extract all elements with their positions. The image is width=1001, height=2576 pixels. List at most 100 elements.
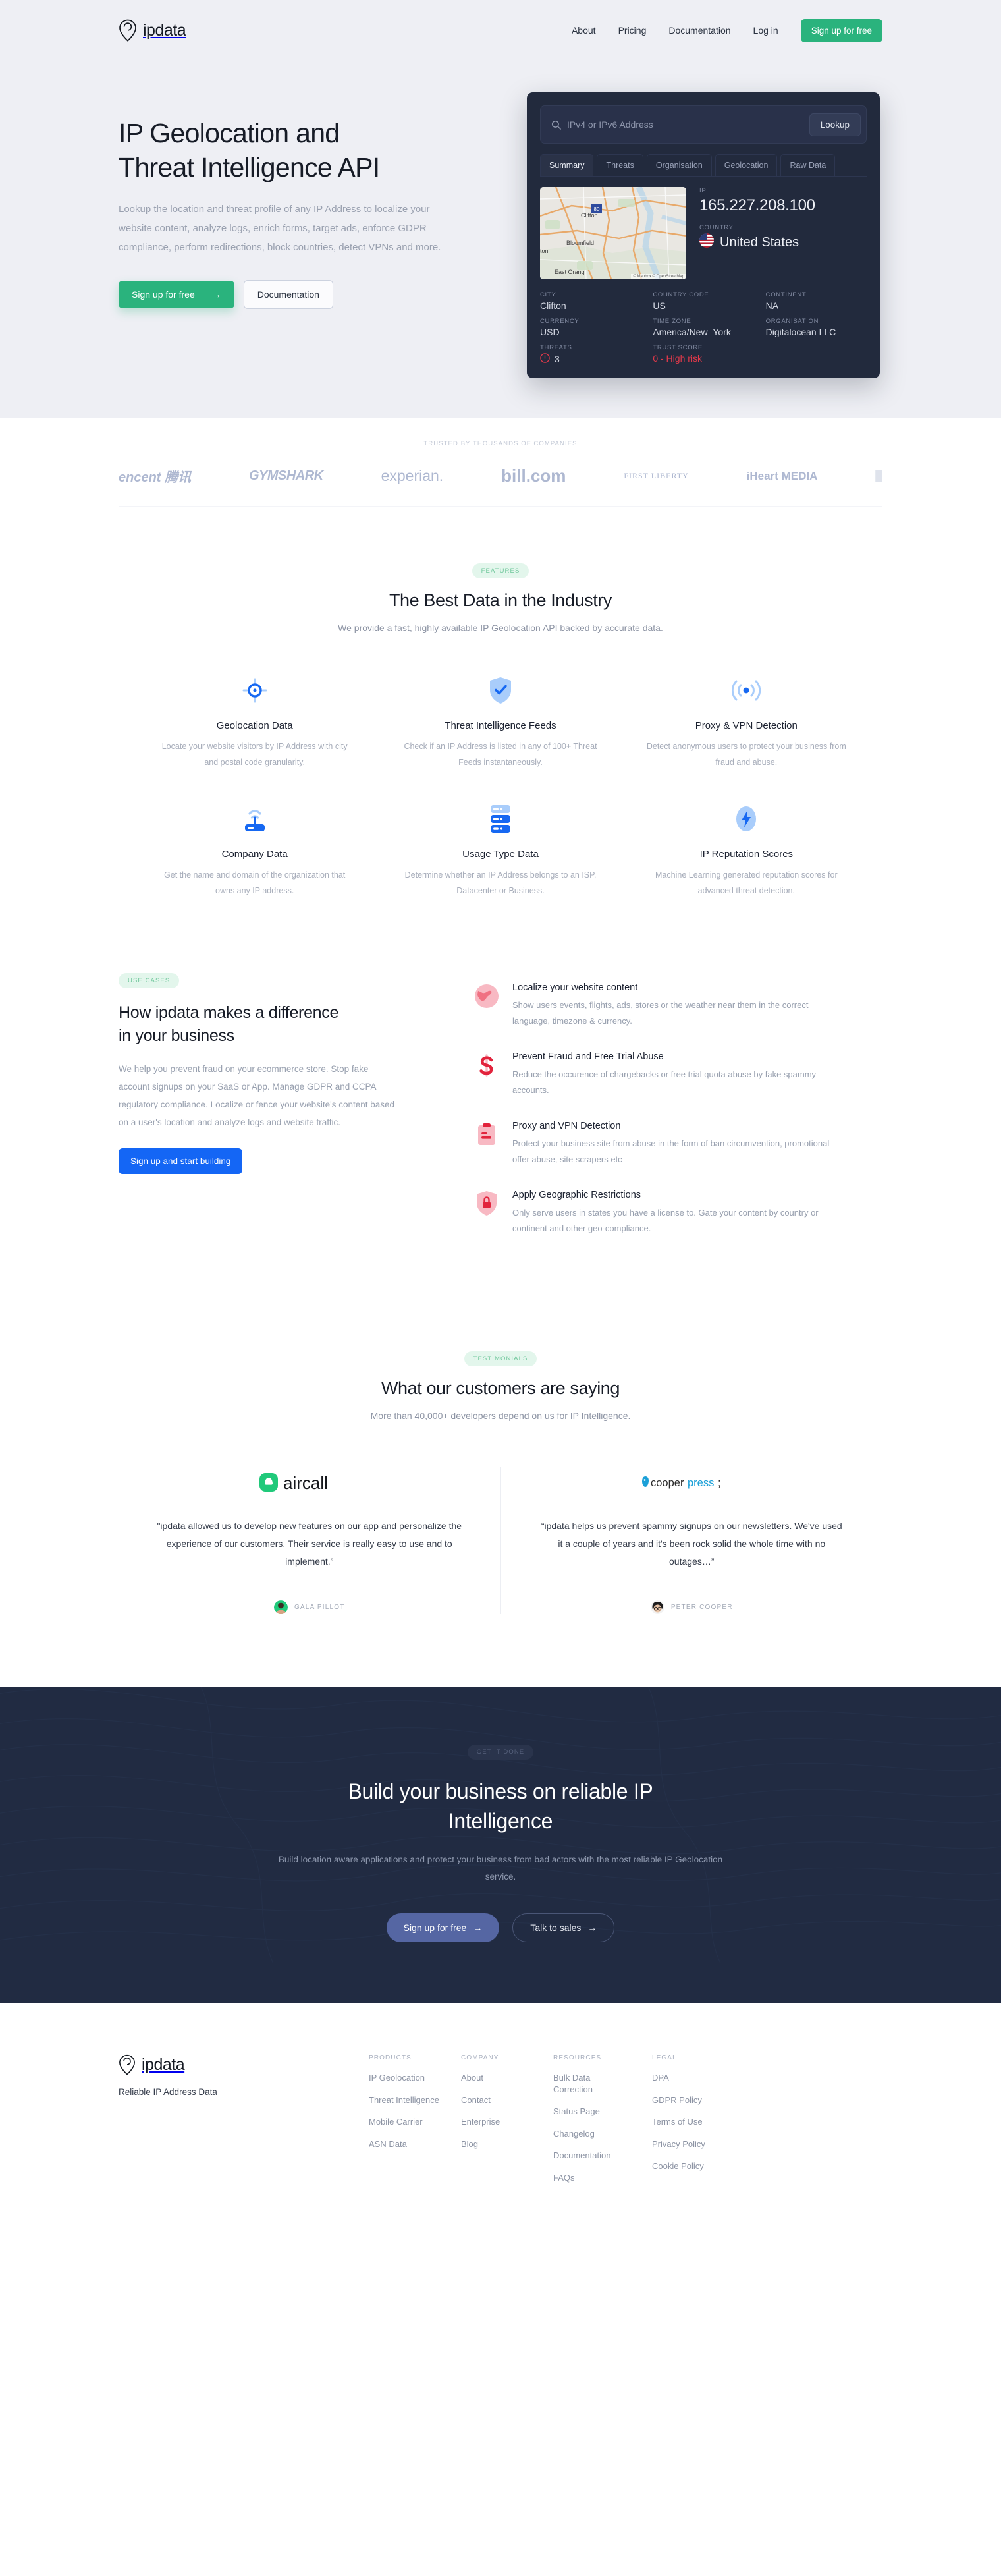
experian-logo: experian. <box>381 467 444 484</box>
footer-link-columns: PRODUCTS IP Geolocation Threat Intellige… <box>369 2054 882 2183</box>
logo-text: ipdata <box>143 20 186 40</box>
use-case-localize-content: Localize your website content Show users… <box>473 982 842 1029</box>
field-city-value: Clifton <box>540 300 566 311</box>
tab-organisation[interactable]: Organisation <box>646 154 712 176</box>
field-trust-score-label: TRUST SCORE <box>653 344 703 351</box>
footer-link-bulk-data-correction[interactable]: Bulk Data Correction <box>553 2072 601 2095</box>
svg-text:cooper: cooper <box>651 1477 684 1489</box>
field-currency-value: USD <box>540 327 560 337</box>
tab-threats[interactable]: Threats <box>597 154 643 176</box>
cta-signup-label: Sign up for free <box>403 1922 467 1934</box>
hero-paragraph: Lookup the location and threat profile o… <box>119 203 441 254</box>
feature-desc: Machine Learning generated reputation sc… <box>655 870 838 896</box>
feature-title: Threat Intelligence Feeds <box>445 720 556 731</box>
footer-link-cookie-policy[interactable]: Cookie Policy <box>652 2160 744 2172</box>
site-footer: ipdata Reliable IP Address Data PRODUCTS… <box>0 2003 1001 2230</box>
footer-link-about[interactable]: About <box>461 2072 553 2084</box>
hero-signup-button[interactable]: Sign up for free → <box>119 280 234 308</box>
signup-start-building-button[interactable]: Sign up and start building <box>119 1148 243 1174</box>
cta-talk-to-sales-button[interactable]: Talk to sales → <box>512 1913 615 1943</box>
use-case-title: Apply Geographic Restrictions <box>512 1189 641 1200</box>
footer-link-privacy-policy[interactable]: Privacy Policy <box>652 2139 744 2150</box>
ip-field-value: 165.227.208.100 <box>699 196 815 214</box>
footer-logo-link[interactable]: ipdata <box>119 2054 369 2075</box>
footer-link-blog[interactable]: Blog <box>461 2139 553 2150</box>
nav-link-documentation[interactable]: Documentation <box>668 25 730 36</box>
footer-column-products: PRODUCTS IP Geolocation Threat Intellige… <box>369 2054 461 2183</box>
footer-column-company: COMPANY About Contact Enterprise Blog <box>461 2054 553 2183</box>
feature-title: Proxy & VPN Detection <box>695 720 798 731</box>
hero-documentation-button[interactable]: Documentation <box>243 279 333 309</box>
arrow-right-icon: → <box>587 1922 597 1934</box>
footer-link-documentation[interactable]: Documentation <box>553 2150 652 2162</box>
testimonials-grid: aircall "ipdata allowed us to develop ne… <box>119 1467 882 1614</box>
footer-link-dpa[interactable]: DPA <box>652 2072 744 2084</box>
use-case-text: Prevent Fraud and Free Trial Abuse Reduc… <box>512 1051 842 1098</box>
testimonials-subheading: More than 40,000+ developers depend on u… <box>370 1410 631 1421</box>
footer-link-terms-of-use[interactable]: Terms of Use <box>652 2116 744 2128</box>
ipdata-pin-logo-icon <box>119 19 137 42</box>
feature-company-data: Company Data Get the name and domain of … <box>132 798 377 899</box>
first-liberty-logo: FIRST LIBERTY <box>624 471 689 480</box>
use-case-prevent-fraud: Prevent Fraud and Free Trial Abuse Reduc… <box>473 1051 842 1098</box>
footer-link-contact[interactable]: Contact <box>461 2094 553 2106</box>
cta-heading: Build your business on reliable IP Intel… <box>348 1779 653 1834</box>
dollar-icon <box>473 1051 500 1079</box>
widget-search-bar: Lookup <box>540 105 867 144</box>
field-country-code-label: COUNTRY CODE <box>653 291 709 298</box>
footer-column-legal: LEGAL DPA GDPR Policy Terms of Use Priva… <box>652 2054 744 2183</box>
feature-desc: Get the name and domain of the organizat… <box>164 870 346 896</box>
field-city-label: CITY <box>540 291 556 298</box>
footer-column-heading: RESOURCES <box>553 2054 602 2062</box>
shield-lock-icon <box>473 1190 500 1218</box>
use-case-desc: Reduce the occurence of chargebacks or f… <box>512 1069 817 1095</box>
use-case-desc: Show users events, flights, ads, stores … <box>512 999 809 1026</box>
use-cases-pill: USE CASES <box>119 972 180 988</box>
footer-link-faqs[interactable]: FAQs <box>553 2172 652 2184</box>
footer-link-mobile-carrier[interactable]: Mobile Carrier <box>369 2116 461 2128</box>
hero-title-line-1: IP Geolocation and <box>119 118 340 148</box>
footer-link-gdpr-policy[interactable]: GDPR Policy <box>652 2094 744 2106</box>
footer-link-asn-data[interactable]: ASN Data <box>369 2139 461 2150</box>
tab-raw-data[interactable]: Raw Data <box>780 154 836 176</box>
tab-geolocation[interactable]: Geolocation <box>715 154 778 176</box>
aircall-logo-icon: aircall <box>157 1467 462 1498</box>
map-label-clifton: Clifton <box>581 212 598 219</box>
feature-usage-type-data: Usage Type Data Determine whether an IP … <box>377 798 623 899</box>
footer-column-heading: PRODUCTS <box>369 2054 412 2062</box>
logo-link[interactable]: ipdata <box>119 19 186 42</box>
footer-brand: ipdata Reliable IP Address Data <box>119 2054 369 2183</box>
svg-text:press: press <box>688 1477 714 1489</box>
tab-summary[interactable]: Summary <box>540 154 594 176</box>
nav-link-about[interactable]: About <box>572 25 596 36</box>
nav-link-login[interactable]: Log in <box>753 25 778 36</box>
widget-primary-fields: IP 165.227.208.100 COUNTRY United States <box>699 187 867 279</box>
nav-signup-button[interactable]: Sign up for free <box>800 18 882 42</box>
hero-body: IP Geolocation and Threat Intelligence A… <box>119 61 882 378</box>
footer-link-changelog[interactable]: Changelog <box>553 2128 652 2140</box>
router-icon <box>154 798 355 839</box>
footer-column-resources: RESOURCES Bulk Data Correction Status Pa… <box>553 2054 652 2183</box>
feature-title: IP Reputation Scores <box>699 848 794 860</box>
footer-column-heading: COMPANY <box>461 2054 499 2062</box>
use-case-text: Localize your website content Show users… <box>512 982 842 1029</box>
location-map[interactable]: 80 Clifton Bloomfield ton East Orang © M… <box>540 187 686 279</box>
testimonials-section: TESTIMONIALS What our customers are sayi… <box>0 1259 1001 1614</box>
cta-signup-button[interactable]: Sign up for free → <box>386 1913 500 1943</box>
hero-signup-label: Sign up for free <box>132 289 195 300</box>
globe-icon <box>473 982 500 1010</box>
footer-link-threat-intelligence[interactable]: Threat Intelligence <box>369 2094 461 2106</box>
use-cases-paragraph: We help you prevent fraud on your ecomme… <box>119 1063 395 1127</box>
field-country-code-value: US <box>653 300 666 311</box>
footer-link-enterprise[interactable]: Enterprise <box>461 2116 553 2128</box>
field-threats-value-row: 3 <box>540 353 641 365</box>
nav-link-pricing[interactable]: Pricing <box>618 25 647 36</box>
field-time-zone-value: America/New_York <box>653 327 731 337</box>
ip-search-input[interactable] <box>567 119 809 130</box>
footer-link-ip-geolocation[interactable]: IP Geolocation <box>369 2072 461 2084</box>
footer-link-status-page[interactable]: Status Page <box>553 2106 652 2117</box>
clipboard-icon <box>473 1121 500 1148</box>
widget-summary-panel: 80 Clifton Bloomfield ton East Orang © M… <box>540 187 867 279</box>
bill-com-logo: bill.com <box>501 466 566 486</box>
lookup-button[interactable]: Lookup <box>809 113 861 136</box>
